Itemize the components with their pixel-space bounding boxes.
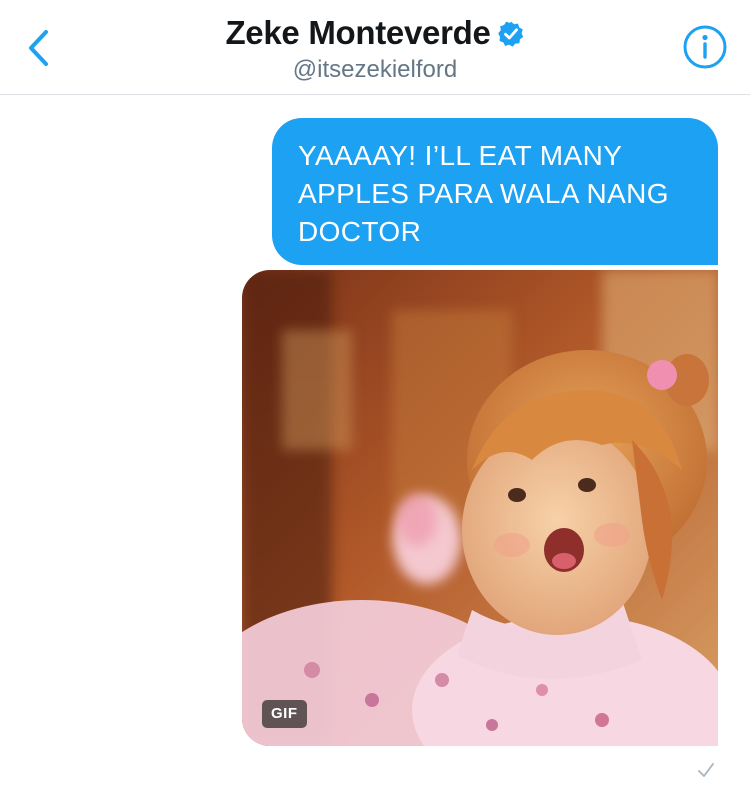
dm-conversation-screen: Zeke Monteverde @itsezekielford YAAAAY! … xyxy=(0,0,750,809)
display-name: Zeke Monteverde xyxy=(225,14,491,51)
conversation-title[interactable]: Zeke Monteverde @itsezekielford xyxy=(0,14,750,84)
info-button[interactable] xyxy=(682,24,728,70)
conversation-header: Zeke Monteverde @itsezekielford xyxy=(0,0,750,95)
gif-message[interactable]: GIF xyxy=(242,270,718,746)
checkmark-sent-icon xyxy=(698,763,714,777)
message-bubble-outgoing[interactable]: YAAAAY! I’LL EAT MANY APPLES PARA WALA N… xyxy=(272,118,718,265)
info-icon xyxy=(683,25,727,69)
verified-badge-icon xyxy=(497,21,523,47)
gif-badge: GIF xyxy=(262,700,307,728)
user-handle: @itsezekielford xyxy=(292,56,458,83)
gif-image xyxy=(242,270,718,746)
